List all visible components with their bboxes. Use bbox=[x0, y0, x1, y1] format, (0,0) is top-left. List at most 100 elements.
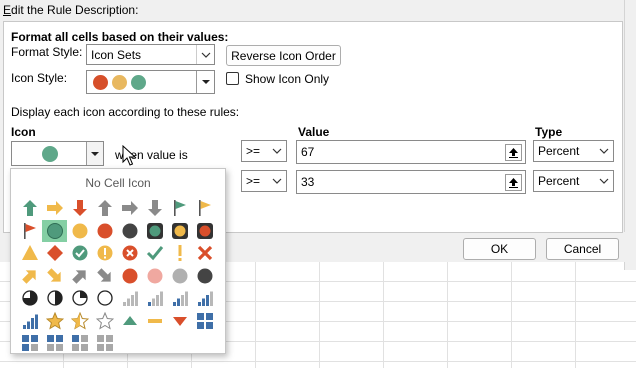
yellow-up-right-arrow-icon[interactable] bbox=[17, 265, 42, 288]
yellow-flag-icon[interactable] bbox=[192, 197, 217, 220]
rule2-value: 33 bbox=[301, 175, 315, 189]
red-circle-icon[interactable] bbox=[117, 265, 142, 288]
cancel-button[interactable]: Cancel bbox=[546, 238, 619, 260]
chevron-down-icon bbox=[268, 171, 286, 191]
red-flag-icon[interactable] bbox=[17, 220, 42, 243]
chevron-down-icon bbox=[196, 45, 214, 64]
three-boxes-icon[interactable] bbox=[17, 332, 42, 355]
rule1-value: 67 bbox=[301, 145, 315, 159]
chevron-down-icon bbox=[196, 71, 214, 93]
icon-picker-grid bbox=[17, 197, 217, 355]
signal-0-bars-icon[interactable] bbox=[117, 287, 142, 310]
rule1-operator-select[interactable]: >= bbox=[241, 140, 287, 162]
no-cell-icon-option[interactable]: No Cell Icon bbox=[11, 176, 225, 190]
red-down-triangle-icon[interactable] bbox=[167, 310, 192, 333]
signal-4-bars-icon[interactable] bbox=[17, 310, 42, 333]
green-check-icon[interactable] bbox=[142, 242, 167, 265]
rule1-icon-select[interactable] bbox=[11, 141, 104, 166]
rule2-operator: >= bbox=[246, 174, 261, 188]
gray-down-arrow-icon[interactable] bbox=[142, 197, 167, 220]
rule2-operator-select[interactable]: >= bbox=[241, 170, 287, 192]
red-circle-icon bbox=[93, 74, 108, 90]
quarter-circle-icon[interactable] bbox=[67, 287, 92, 310]
chevron-down-icon bbox=[86, 142, 103, 165]
gray-circle-icon[interactable] bbox=[167, 265, 192, 288]
section-label: Edit the Rule Description: bbox=[3, 3, 139, 17]
show-icon-only-checkbox[interactable] bbox=[226, 72, 239, 85]
rule1-value-input[interactable]: 67 bbox=[296, 140, 526, 164]
format-style-label: Format Style: bbox=[11, 45, 83, 59]
pink-circle-icon[interactable] bbox=[142, 265, 167, 288]
section-label-text: dit the Rule Description: bbox=[11, 3, 139, 17]
red-x-symbol-icon[interactable] bbox=[117, 242, 142, 265]
show-icon-only-label: Show Icon Only bbox=[245, 72, 330, 86]
rule2-value-input[interactable]: 33 bbox=[296, 170, 526, 194]
yellow-dash-icon[interactable] bbox=[142, 310, 167, 333]
gray-up-arrow-icon[interactable] bbox=[92, 197, 117, 220]
two-boxes-icon[interactable] bbox=[42, 332, 67, 355]
format-style-select[interactable]: Icon Sets bbox=[86, 44, 215, 65]
rules-caption: Display each icon according to these rul… bbox=[11, 105, 240, 119]
yellow-traffic-light-icon[interactable] bbox=[167, 220, 192, 243]
icon-column-header: Icon bbox=[11, 125, 36, 139]
empty-circle-icon[interactable] bbox=[92, 287, 117, 310]
half-star-icon[interactable] bbox=[67, 310, 92, 333]
format-style-value: Icon Sets bbox=[91, 47, 142, 62]
black-circle-icon[interactable] bbox=[192, 265, 217, 288]
rule2-type: Percent bbox=[538, 174, 580, 188]
type-column-header: Type bbox=[535, 125, 563, 139]
zero-boxes-icon[interactable] bbox=[92, 332, 117, 355]
yellow-exclamation-symbol-icon[interactable] bbox=[92, 242, 117, 265]
red-traffic-light-icon[interactable] bbox=[192, 220, 217, 243]
green-circle-icon[interactable] bbox=[42, 219, 67, 242]
one-box-icon[interactable] bbox=[67, 332, 92, 355]
half-circle-icon[interactable] bbox=[42, 287, 67, 310]
chevron-down-icon bbox=[595, 171, 613, 191]
empty-star-icon[interactable] bbox=[92, 310, 117, 333]
red-circle-icon[interactable] bbox=[92, 220, 117, 243]
chevron-down-icon bbox=[595, 141, 613, 161]
gold-star-icon[interactable] bbox=[42, 310, 67, 333]
mouse-cursor-icon bbox=[122, 145, 136, 166]
green-up-arrow-icon[interactable] bbox=[17, 197, 42, 220]
rule1-operator: >= bbox=[246, 144, 261, 158]
green-traffic-light-icon[interactable] bbox=[142, 220, 167, 243]
rule1-type-select[interactable]: Percent bbox=[533, 140, 614, 162]
icon-picker-dropdown: No Cell Icon bbox=[10, 168, 226, 354]
rule2-type-select[interactable]: Percent bbox=[533, 170, 614, 192]
green-flag-icon[interactable] bbox=[167, 197, 192, 220]
red-down-arrow-icon[interactable] bbox=[67, 197, 92, 220]
signal-1-bar-icon[interactable] bbox=[142, 287, 167, 310]
ok-button[interactable]: OK bbox=[463, 238, 536, 260]
yellow-circle-icon[interactable] bbox=[67, 220, 92, 243]
gray-right-arrow-icon[interactable] bbox=[117, 197, 142, 220]
yellow-circle-icon bbox=[112, 74, 127, 90]
red-diamond-icon[interactable] bbox=[42, 242, 67, 265]
three-quarters-circle-icon[interactable] bbox=[17, 287, 42, 310]
gray-down-right-arrow-icon[interactable] bbox=[92, 265, 117, 288]
green-up-triangle-icon[interactable] bbox=[117, 310, 142, 333]
range-select-up-arrow-icon[interactable] bbox=[505, 144, 522, 161]
green-circle-icon bbox=[42, 146, 58, 162]
icon-style-label: Icon Style: bbox=[11, 71, 68, 85]
range-select-up-arrow-icon[interactable] bbox=[505, 174, 522, 191]
green-circle-icon bbox=[131, 74, 146, 90]
rule1-type: Percent bbox=[538, 144, 580, 158]
icon-style-select[interactable] bbox=[86, 70, 215, 94]
dialog-edge bbox=[624, 0, 636, 270]
reverse-icon-order-button[interactable]: Reverse Icon Order bbox=[226, 45, 341, 66]
yellow-down-right-arrow-icon[interactable] bbox=[42, 265, 67, 288]
chevron-down-icon bbox=[268, 141, 286, 161]
value-column-header: Value bbox=[298, 125, 330, 139]
yellow-triangle-icon[interactable] bbox=[17, 242, 42, 265]
black-circle-icon[interactable] bbox=[117, 220, 142, 243]
signal-2-bars-icon[interactable] bbox=[167, 287, 192, 310]
yellow-right-arrow-icon[interactable] bbox=[42, 197, 67, 220]
red-x-icon[interactable] bbox=[192, 242, 217, 265]
green-check-symbol-icon[interactable] bbox=[67, 242, 92, 265]
gray-up-right-arrow-icon[interactable] bbox=[67, 265, 92, 288]
panel-heading: Format all cells based on their values: bbox=[11, 30, 229, 44]
yellow-exclamation-icon[interactable] bbox=[167, 242, 192, 265]
signal-3-bars-icon[interactable] bbox=[192, 287, 217, 310]
four-boxes-icon[interactable] bbox=[192, 310, 217, 333]
